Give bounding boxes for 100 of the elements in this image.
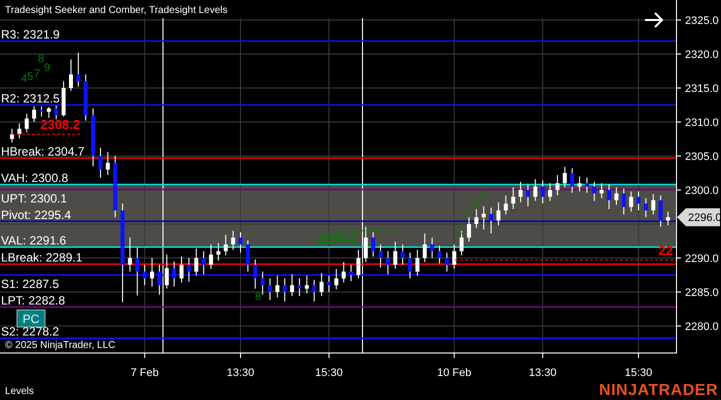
candlestick [253,258,258,290]
candlestick [600,182,604,199]
candlestick [540,180,545,204]
candlestick [548,182,552,202]
time-axis-label: 7 Feb [130,367,159,379]
brand-logo: NINJATRADER [599,382,718,399]
candlestick [578,176,582,192]
candlestick [562,166,567,188]
price-axis-label: 2310.0 [685,117,719,129]
dashed-line [12,134,80,135]
candlestick [489,207,494,234]
count-label: 7 [34,68,40,80]
candlestick [518,181,523,203]
candlestick [349,264,354,282]
candlestick [142,264,147,286]
candlestick [400,244,405,266]
time-axis-label: 13:30 [226,367,254,379]
candlestick [334,268,338,290]
price-axis-label: 2320.0 [685,49,719,61]
count-label: 8 [255,291,262,303]
candlestick [172,260,176,288]
candlestick [592,181,596,202]
price-axis-label: 2300.0 [685,185,719,197]
candlestick [54,105,58,120]
candlestick [46,106,51,118]
candlestick [622,188,626,215]
candlestick [496,202,500,226]
level-label: VAH: 2300.8 [1,171,68,186]
count-label: 5 [27,71,34,83]
candlestick [180,256,184,283]
time-axis-label: 13:30 [528,367,556,379]
candlestick [128,237,132,272]
candlestick [452,244,456,270]
candlestick [268,278,272,301]
arrow-icon[interactable] [644,12,664,28]
candlestick [504,194,508,215]
candlestick [371,232,376,258]
candlestick [304,275,309,294]
candlestick [202,250,206,275]
candlestick [209,244,214,270]
candlestick [466,216,471,242]
pc-badge[interactable]: PC [16,310,46,328]
price-axis-label: 2325.0 [685,15,719,27]
candlestick [216,242,220,262]
candlestick [430,237,434,258]
candlestick [378,244,383,268]
candlestick [644,198,648,218]
candlestick [570,168,574,194]
level-label: VAL: 2291.6 [1,234,66,248]
candlestick [150,258,154,288]
candlestick [511,186,516,210]
count-label: 8 [480,189,486,201]
candlestick [297,278,302,297]
candlestick [290,274,294,297]
candlestick [32,106,36,122]
chart-title: Tradesight Seeker and Comber, Tradesight Levels [5,5,228,16]
price-label: 2308.2 [40,117,80,132]
candlestick [260,271,265,296]
candlestick [224,234,228,256]
candlestick [275,275,280,298]
price-axis-label: 2315.0 [685,83,719,95]
candlestick [422,233,427,263]
candlestick [614,186,618,206]
price-axis-label: 2305.0 [685,151,719,163]
candlestick [76,52,80,88]
candlestick [39,106,44,118]
candlestick [474,208,478,229]
count-label: 6 [472,198,478,210]
level-label: S2: 2278.2 [1,324,60,339]
candlestick [246,240,250,272]
candlestick [415,249,420,276]
candlestick [393,241,398,270]
panel-label: Levels [5,386,34,397]
candlestick [282,278,287,302]
candlestick [106,151,110,176]
candlestick [666,211,670,226]
candlestick [658,194,663,228]
count-label: 4 [21,73,28,85]
level-label: S1: 2287.5 [1,277,60,291]
candlestick [526,184,530,207]
candlestick [231,230,236,250]
level-label: R2: 2312.5 [1,92,60,106]
candlestick [342,262,346,283]
candlestick [584,177,589,194]
candlestick [68,58,73,92]
candlestick [24,113,29,133]
candlestick [320,272,324,297]
candlestick [607,184,612,210]
count-label: 8 [38,53,44,65]
count-label: 2 [457,225,464,237]
candlestick [438,245,442,264]
price-label: 2294.0 [317,230,357,246]
time-axis-label: 15:30 [315,367,343,379]
candlestick [408,252,412,279]
time-axis-label: 15:30 [624,367,652,379]
candlestick [555,174,560,196]
candlestick [194,248,198,276]
candlestick [186,258,191,282]
candlestick [386,250,390,275]
candlestick [533,178,538,202]
